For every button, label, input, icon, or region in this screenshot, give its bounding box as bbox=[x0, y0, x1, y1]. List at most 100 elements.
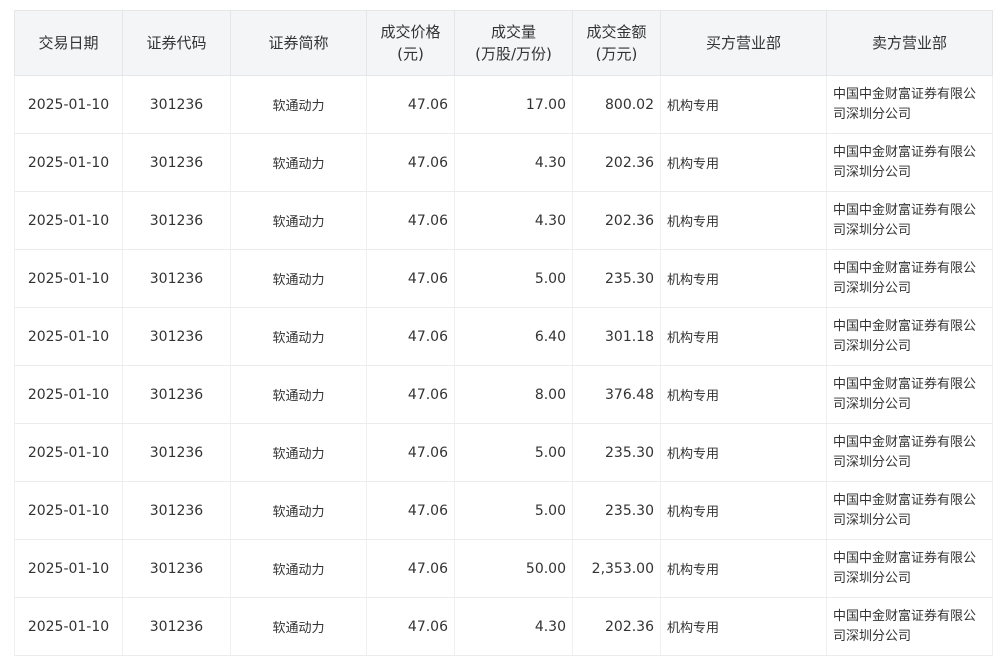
header-price-label: 成交价格 bbox=[380, 23, 441, 41]
cell-buyer-branch: 机构专用 bbox=[660, 249, 827, 308]
header-security-code[interactable]: 证券代码 bbox=[122, 10, 231, 76]
header-buyer-branch-label: 买方营业部 bbox=[705, 34, 781, 52]
cell-security-name: 软通动力 bbox=[230, 249, 367, 308]
block-trade-table: 交易日期 证券代码 证券简称 成交价格 (元) 成交量 (万股/万份) 成交金额 bbox=[14, 10, 993, 656]
cell-trade-date: 2025-01-10 bbox=[14, 423, 123, 482]
cell-price: 47.06 bbox=[366, 307, 455, 366]
header-amount[interactable]: 成交金额 (万元) bbox=[572, 10, 661, 76]
cell-buyer-branch: 机构专用 bbox=[660, 597, 827, 656]
cell-buyer-branch: 机构专用 bbox=[660, 75, 827, 134]
cell-volume: 4.30 bbox=[454, 133, 573, 192]
cell-security-code: 301236 bbox=[122, 365, 231, 424]
cell-price: 47.06 bbox=[366, 191, 455, 250]
header-trade-date-label: 交易日期 bbox=[38, 34, 99, 52]
cell-price: 47.06 bbox=[366, 365, 455, 424]
cell-trade-date: 2025-01-10 bbox=[14, 481, 123, 540]
cell-price: 47.06 bbox=[366, 481, 455, 540]
cell-amount: 2,353.00 bbox=[572, 539, 661, 598]
cell-buyer-branch: 机构专用 bbox=[660, 133, 827, 192]
cell-seller-branch: 中国中金财富证券有限公司深圳分公司 bbox=[826, 191, 993, 250]
cell-seller-branch: 中国中金财富证券有限公司深圳分公司 bbox=[826, 133, 993, 192]
cell-price: 47.06 bbox=[366, 75, 455, 134]
cell-volume: 8.00 bbox=[454, 365, 573, 424]
table-row: 2025-01-10 301236 软通动力 47.06 4.30 202.36… bbox=[14, 191, 993, 250]
cell-amount: 202.36 bbox=[572, 133, 661, 192]
cell-price: 47.06 bbox=[366, 249, 455, 308]
cell-security-code: 301236 bbox=[122, 75, 231, 134]
cell-buyer-branch: 机构专用 bbox=[660, 423, 827, 482]
cell-security-name: 软通动力 bbox=[230, 191, 367, 250]
cell-volume: 5.00 bbox=[454, 481, 573, 540]
cell-security-name: 软通动力 bbox=[230, 75, 367, 134]
table-row: 2025-01-10 301236 软通动力 47.06 5.00 235.30… bbox=[14, 249, 993, 308]
block-trade-table-container: 交易日期 证券代码 证券简称 成交价格 (元) 成交量 (万股/万份) 成交金额 bbox=[14, 10, 993, 656]
cell-buyer-branch: 机构专用 bbox=[660, 307, 827, 366]
header-amount-unit: (万元) bbox=[595, 45, 638, 63]
cell-amount: 800.02 bbox=[572, 75, 661, 134]
cell-trade-date: 2025-01-10 bbox=[14, 249, 123, 308]
cell-amount: 376.48 bbox=[572, 365, 661, 424]
header-volume-unit: (万股/万份) bbox=[475, 45, 552, 63]
cell-volume: 5.00 bbox=[454, 249, 573, 308]
header-trade-date[interactable]: 交易日期 bbox=[14, 10, 123, 76]
cell-security-name: 软通动力 bbox=[230, 365, 367, 424]
cell-security-code: 301236 bbox=[122, 133, 231, 192]
table-header-row: 交易日期 证券代码 证券简称 成交价格 (元) 成交量 (万股/万份) 成交金额 bbox=[14, 10, 993, 76]
table-row: 2025-01-10 301236 软通动力 47.06 5.00 235.30… bbox=[14, 481, 993, 540]
header-security-code-label: 证券代码 bbox=[146, 34, 207, 52]
cell-amount: 301.18 bbox=[572, 307, 661, 366]
cell-seller-branch: 中国中金财富证券有限公司深圳分公司 bbox=[826, 481, 993, 540]
cell-security-code: 301236 bbox=[122, 249, 231, 308]
header-buyer-branch[interactable]: 买方营业部 bbox=[660, 10, 827, 76]
table-row: 2025-01-10 301236 软通动力 47.06 17.00 800.0… bbox=[14, 75, 993, 134]
cell-buyer-branch: 机构专用 bbox=[660, 365, 827, 424]
cell-volume: 4.30 bbox=[454, 191, 573, 250]
cell-amount: 235.30 bbox=[572, 249, 661, 308]
cell-buyer-branch: 机构专用 bbox=[660, 191, 827, 250]
header-security-name[interactable]: 证券简称 bbox=[230, 10, 367, 76]
header-price[interactable]: 成交价格 (元) bbox=[366, 10, 455, 76]
cell-price: 47.06 bbox=[366, 423, 455, 482]
table-row: 2025-01-10 301236 软通动力 47.06 4.30 202.36… bbox=[14, 597, 993, 656]
header-volume-label: 成交量 bbox=[490, 23, 536, 41]
header-amount-label: 成交金额 bbox=[586, 23, 647, 41]
cell-volume: 4.30 bbox=[454, 597, 573, 656]
cell-trade-date: 2025-01-10 bbox=[14, 365, 123, 424]
cell-volume: 6.40 bbox=[454, 307, 573, 366]
cell-trade-date: 2025-01-10 bbox=[14, 597, 123, 656]
cell-trade-date: 2025-01-10 bbox=[14, 307, 123, 366]
cell-volume: 17.00 bbox=[454, 75, 573, 134]
cell-security-code: 301236 bbox=[122, 307, 231, 366]
cell-trade-date: 2025-01-10 bbox=[14, 133, 123, 192]
cell-seller-branch: 中国中金财富证券有限公司深圳分公司 bbox=[826, 365, 993, 424]
cell-amount: 235.30 bbox=[572, 423, 661, 482]
cell-seller-branch: 中国中金财富证券有限公司深圳分公司 bbox=[826, 307, 993, 366]
table-body: 2025-01-10 301236 软通动力 47.06 17.00 800.0… bbox=[14, 75, 993, 656]
table-row: 2025-01-10 301236 软通动力 47.06 5.00 235.30… bbox=[14, 423, 993, 482]
header-volume[interactable]: 成交量 (万股/万份) bbox=[454, 10, 573, 76]
cell-trade-date: 2025-01-10 bbox=[14, 75, 123, 134]
cell-security-code: 301236 bbox=[122, 597, 231, 656]
cell-amount: 235.30 bbox=[572, 481, 661, 540]
table-row: 2025-01-10 301236 软通动力 47.06 6.40 301.18… bbox=[14, 307, 993, 366]
cell-security-name: 软通动力 bbox=[230, 423, 367, 482]
cell-seller-branch: 中国中金财富证券有限公司深圳分公司 bbox=[826, 75, 993, 134]
cell-seller-branch: 中国中金财富证券有限公司深圳分公司 bbox=[826, 539, 993, 598]
cell-volume: 5.00 bbox=[454, 423, 573, 482]
cell-seller-branch: 中国中金财富证券有限公司深圳分公司 bbox=[826, 423, 993, 482]
cell-seller-branch: 中国中金财富证券有限公司深圳分公司 bbox=[826, 597, 993, 656]
header-seller-branch[interactable]: 卖方营业部 bbox=[826, 10, 993, 76]
table-row: 2025-01-10 301236 软通动力 47.06 8.00 376.48… bbox=[14, 365, 993, 424]
table-row: 2025-01-10 301236 软通动力 47.06 50.00 2,353… bbox=[14, 539, 993, 598]
header-seller-branch-label: 卖方营业部 bbox=[871, 34, 947, 52]
cell-price: 47.06 bbox=[366, 539, 455, 598]
cell-security-name: 软通动力 bbox=[230, 307, 367, 366]
cell-security-name: 软通动力 bbox=[230, 597, 367, 656]
cell-seller-branch: 中国中金财富证券有限公司深圳分公司 bbox=[826, 249, 993, 308]
cell-security-name: 软通动力 bbox=[230, 539, 367, 598]
cell-amount: 202.36 bbox=[572, 597, 661, 656]
header-price-unit: (元) bbox=[397, 45, 424, 63]
cell-buyer-branch: 机构专用 bbox=[660, 539, 827, 598]
cell-security-name: 软通动力 bbox=[230, 481, 367, 540]
cell-security-code: 301236 bbox=[122, 539, 231, 598]
